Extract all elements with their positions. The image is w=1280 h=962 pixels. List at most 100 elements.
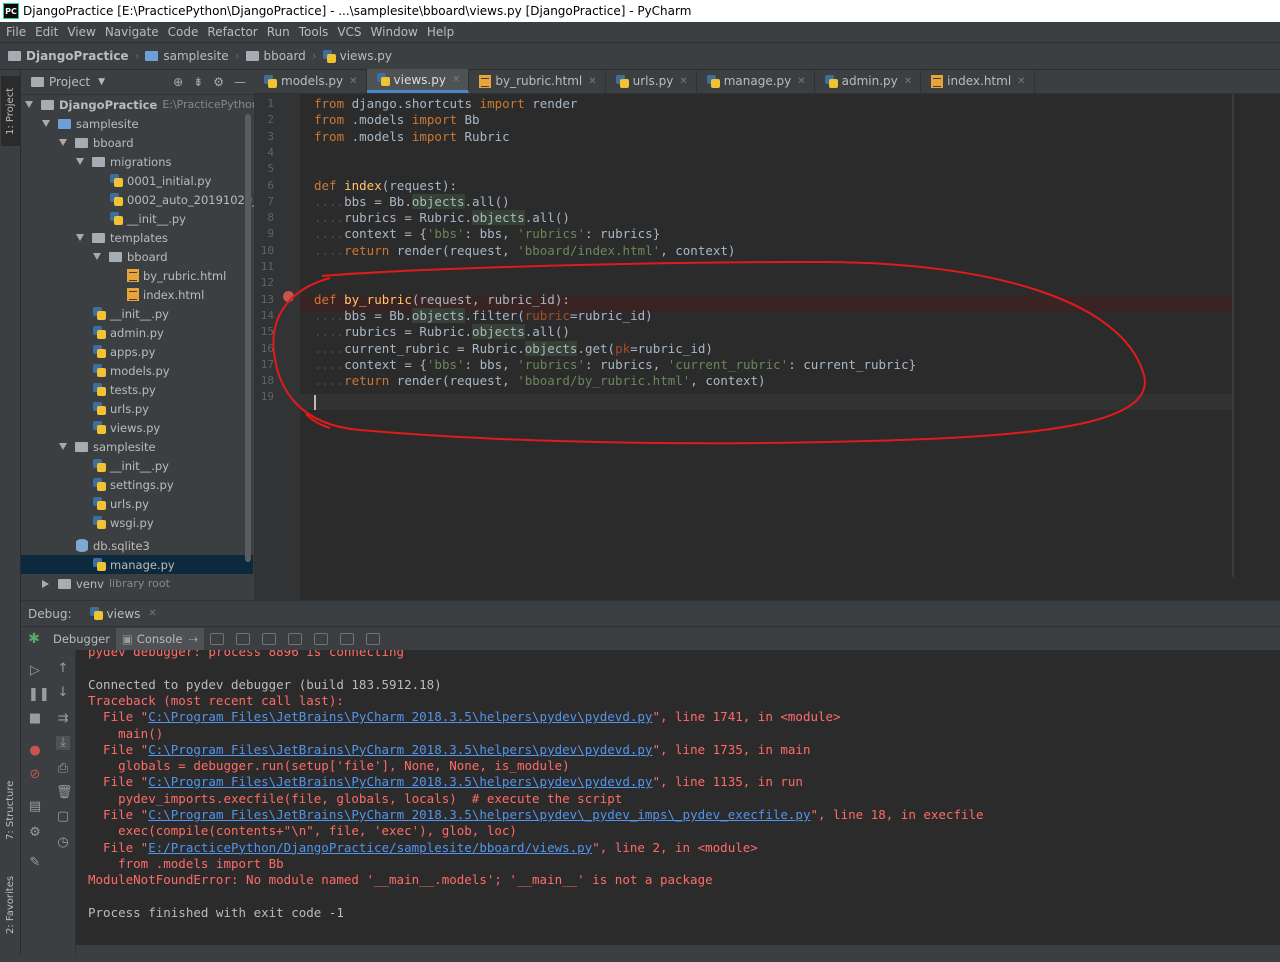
soft-wrap-icon[interactable]: ⇉ [56, 712, 70, 726]
step-into-my-code-icon[interactable] [288, 632, 303, 645]
tree-item-venv[interactable]: venv library root [42, 574, 170, 593]
expand-arrow-icon[interactable] [59, 139, 67, 146]
file-link[interactable]: C:\Program Files\JetBrains\PyCharm 2018.… [148, 807, 810, 822]
expand-arrow-icon[interactable] [42, 579, 49, 588]
tab-console[interactable]: ▣ Console ⇢ [115, 627, 205, 650]
menu-refactor[interactable]: Refactor [207, 25, 257, 39]
debug-console-output[interactable]: pydev debugger: process 8896 is connecti… [76, 650, 1280, 945]
close-icon[interactable]: ✕ [148, 608, 156, 619]
close-icon[interactable]: ✕ [1017, 76, 1025, 87]
view-breakpoints-icon[interactable]: ● [28, 744, 42, 758]
close-icon[interactable]: ✕ [452, 74, 460, 85]
pin-icon[interactable]: ✎ [28, 856, 42, 870]
debug-session-tab[interactable]: views ✕ [89, 607, 157, 621]
print-icon[interactable]: ⎙ [56, 762, 70, 776]
collapse-icon[interactable]: ⇟ [193, 75, 203, 89]
tree-item-samplesite-pkg[interactable]: samplesite [59, 437, 156, 456]
close-icon[interactable]: ✕ [797, 76, 805, 87]
tree-item-samplesite[interactable]: samplesite [42, 114, 139, 133]
tree-item-views-py[interactable]: views.py [93, 418, 160, 437]
tree-item-by-rubric-html[interactable]: by_rubric.html [127, 266, 226, 285]
expand-arrow-icon[interactable] [76, 234, 84, 241]
file-link[interactable]: C:\Program Files\JetBrains\PyCharm 2018.… [148, 774, 652, 789]
menu-vcs[interactable]: VCS [337, 25, 361, 39]
breadcrumb-bboard[interactable]: bboard › [245, 49, 323, 63]
gear-icon[interactable]: ⚙ [213, 75, 224, 89]
step-out-icon[interactable] [314, 632, 329, 645]
tree-item-djangopractice[interactable]: DjangoPractice E:\PracticePython\Dja [25, 95, 281, 114]
tree-item-migrations[interactable]: migrations [76, 152, 172, 171]
tree-item-index-html[interactable]: index.html [127, 285, 204, 304]
close-icon[interactable]: ✕ [349, 76, 357, 87]
tab-index-html[interactable]: index.html ✕ [921, 69, 1035, 93]
menu-file[interactable]: File [6, 25, 26, 39]
expand-arrow-icon[interactable] [76, 158, 84, 165]
menu-view[interactable]: View [67, 25, 95, 39]
breadcrumb-samplesite[interactable]: samplesite › [145, 49, 245, 63]
tab-urls-py[interactable]: urls.py ✕ [606, 69, 697, 93]
breakpoint-icon[interactable] [283, 291, 294, 302]
menu-tools[interactable]: Tools [299, 25, 329, 39]
breadcrumb-views-py[interactable]: views.py [322, 49, 392, 63]
tree-item-settings-py[interactable]: settings.py [93, 475, 174, 494]
close-icon[interactable]: ✕ [588, 76, 596, 87]
down-arrow-icon[interactable]: ↓ [56, 686, 70, 700]
close-icon[interactable]: ✕ [904, 76, 912, 87]
settings-icon[interactable]: ⚙ [28, 826, 42, 840]
breadcrumb-project[interactable]: DjangoPractice › [8, 49, 145, 63]
tree-item-apps-py[interactable]: apps.py [93, 342, 155, 361]
expand-arrow-icon[interactable] [59, 443, 67, 450]
menu-navigate[interactable]: Navigate [105, 25, 159, 39]
tree-scrollbar[interactable] [245, 114, 251, 562]
tree-item-0001-initial[interactable]: 0001_initial.py [110, 171, 211, 190]
project-view-selector[interactable]: Project [49, 75, 90, 89]
chevron-down-icon[interactable]: ▼ [98, 77, 105, 87]
menu-help[interactable]: Help [427, 25, 454, 39]
expand-arrow-icon[interactable] [25, 101, 33, 108]
tree-item-models-py[interactable]: models.py [93, 361, 170, 380]
tree-item-bboard-init[interactable]: __init__.py [93, 304, 169, 323]
resume-icon[interactable]: ▷ [28, 664, 42, 678]
step-into-icon[interactable] [262, 632, 277, 645]
clock-icon[interactable]: ◷ [56, 836, 70, 850]
menu-run[interactable]: Run [267, 25, 290, 39]
favorites-tool-tab[interactable]: 2: Favorites [1, 870, 20, 940]
file-link[interactable]: C:\Program Files\JetBrains\PyCharm 2018.… [148, 742, 652, 757]
evaluate-expression-icon[interactable] [366, 632, 381, 645]
pause-icon[interactable]: ❚❚ [28, 688, 50, 702]
tree-item-templates-bboard[interactable]: bboard [93, 247, 168, 266]
mute-breakpoints-icon[interactable]: ⊘ [28, 768, 42, 782]
tab-models-py[interactable]: models.py ✕ [254, 69, 367, 93]
tree-item-migrations-init[interactable]: __init__.py [110, 209, 186, 228]
menu-window[interactable]: Window [371, 25, 418, 39]
tree-item-manage-py[interactable]: manage.py [93, 555, 175, 574]
tree-item-bboard[interactable]: bboard [59, 133, 134, 152]
show-execution-point-icon[interactable] [210, 632, 225, 645]
locate-icon[interactable]: ⊕ [173, 75, 183, 89]
tree-item-templates[interactable]: templates [76, 228, 168, 247]
menu-code[interactable]: Code [168, 25, 199, 39]
tab-debugger[interactable]: Debugger [47, 628, 116, 650]
expand-arrow-icon[interactable] [93, 253, 101, 260]
tree-item-admin-py[interactable]: admin.py [93, 323, 164, 342]
menu-edit[interactable]: Edit [35, 25, 58, 39]
stop-icon[interactable]: ■ [28, 712, 42, 726]
step-over-icon[interactable] [236, 632, 251, 645]
tree-item-samplesite-urls[interactable]: urls.py [93, 494, 149, 513]
tree-item-tests-py[interactable]: tests.py [93, 380, 156, 399]
tab-by-rubric-html[interactable]: by_rubric.html ✕ [469, 69, 606, 93]
project-tool-tab[interactable]: 1: Project [1, 76, 20, 146]
tree-item-samplesite-init[interactable]: __init__.py [93, 456, 169, 475]
tab-manage-py[interactable]: manage.py ✕ [697, 69, 815, 93]
run-to-cursor-icon[interactable] [340, 632, 355, 645]
pin-tab-icon[interactable]: ⇢ [188, 632, 198, 646]
clear-icon[interactable]: ▢ [56, 810, 70, 824]
structure-tool-tab[interactable]: 7: Structure [1, 770, 20, 850]
tree-item-urls-py[interactable]: urls.py [93, 399, 149, 418]
tab-views-py[interactable]: views.py ✕ [366, 69, 470, 93]
trash-icon[interactable]: 🗑 [56, 786, 73, 800]
file-link[interactable]: E:/PracticePython/DjangoPractice/samples… [148, 840, 592, 855]
up-arrow-icon[interactable]: ↑ [56, 662, 70, 676]
close-icon[interactable]: ✕ [679, 76, 687, 87]
tree-item-db-sqlite3[interactable]: db.sqlite3 [76, 536, 150, 555]
